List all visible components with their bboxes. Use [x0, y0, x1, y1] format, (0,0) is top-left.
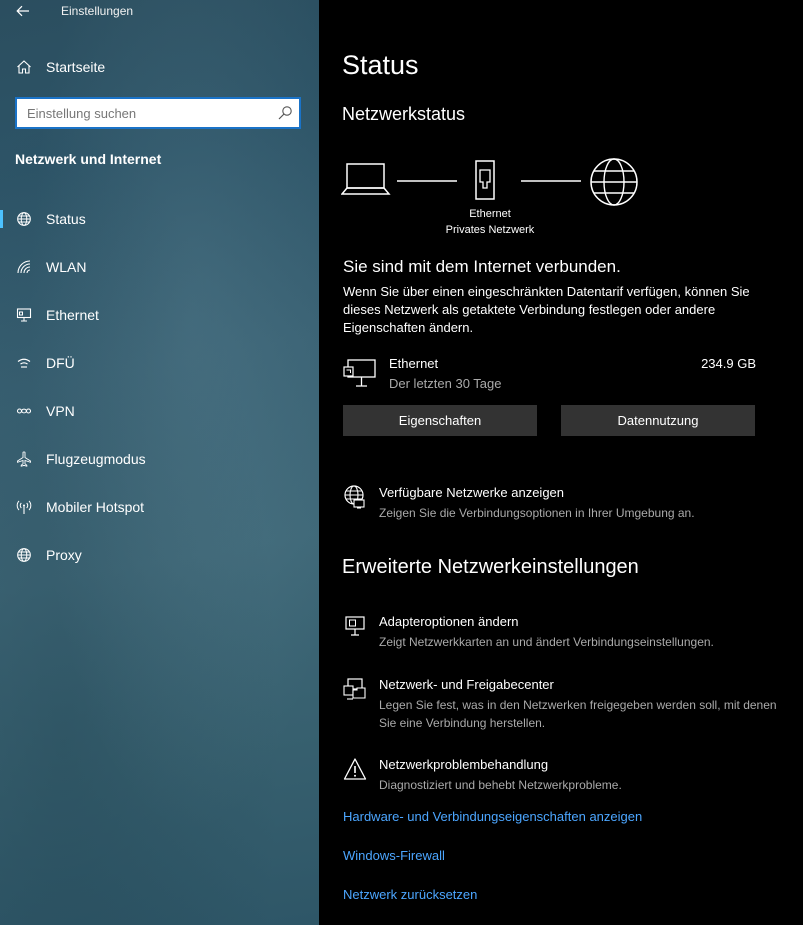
dialup-icon	[15, 354, 33, 372]
main-content: Status Netzwerkstatus Ethernet Privates …	[319, 0, 803, 925]
data-usage-row: Ethernet Der letzten 30 Tage 234.9 GB	[343, 354, 756, 394]
wifi-icon	[15, 258, 33, 276]
troubleshooter-title: Netzwerkproblembehandlung	[379, 757, 549, 772]
airplane-icon	[15, 450, 33, 468]
ethernet-port-icon	[475, 160, 495, 200]
sharing-center-title: Netzwerk- und Freigabecenter	[379, 677, 554, 692]
adapter-monitor-icon	[345, 616, 365, 636]
sidebar: Einstellungen Startseite Netzwerk und In…	[0, 0, 319, 925]
connection-status-title: Sie sind mit dem Internet verbunden.	[343, 257, 621, 276]
sidebar-item-label: WLAN	[46, 259, 87, 275]
search-box[interactable]	[15, 97, 301, 129]
laptop-icon	[341, 163, 391, 195]
sharing-center-item[interactable]: Netzwerk- und Freigabecenter Legen Sie f…	[343, 677, 783, 733]
network-status-heading: Netzwerkstatus	[342, 104, 466, 124]
ethernet-adapter-icon	[343, 359, 376, 387]
data-usage-button[interactable]: Datennutzung	[561, 405, 755, 436]
ethernet-icon	[15, 306, 33, 324]
available-networks-desc: Zeigen Sie die Verbindungsoptionen in Ih…	[379, 506, 695, 520]
vpn-icon	[15, 402, 33, 420]
search-icon[interactable]	[277, 105, 293, 121]
warning-icon	[343, 758, 367, 780]
active-indicator	[0, 210, 3, 228]
sidebar-item-label: VPN	[46, 403, 75, 419]
window-title: Einstellungen	[61, 4, 134, 18]
globe-network-icon	[344, 485, 365, 509]
sidebar-item-label: Flugzeugmodus	[46, 451, 146, 467]
hardware-properties-link[interactable]: Hardware- und Verbindungseigenschaften a…	[343, 809, 642, 824]
sidebar-item-vpn[interactable]: VPN	[0, 393, 319, 429]
sidebar-item-status[interactable]: Status	[0, 201, 319, 237]
sidebar-item-mobiler-hotspot[interactable]: Mobiler Hotspot	[0, 489, 319, 525]
globe-icon	[15, 546, 33, 564]
adapter-options-desc: Zeigt Netzwerkkarten an und ändert Verbi…	[379, 635, 714, 649]
troubleshooter-item[interactable]: Netzwerkproblembehandlung Diagnostiziert…	[343, 757, 783, 797]
available-networks-item[interactable]: Verfügbare Netzwerke anzeigen Zeigen Sie…	[343, 485, 783, 525]
sidebar-section-title: Netzwerk und Internet	[15, 151, 162, 167]
windows-firewall-link[interactable]: Windows-Firewall	[343, 848, 445, 863]
properties-button[interactable]: Eigenschaften	[343, 405, 537, 436]
internet-globe-icon	[590, 158, 638, 206]
adapter-options-title: Adapteroptionen ändern	[379, 614, 519, 629]
sidebar-item-label: Startseite	[46, 59, 106, 75]
usage-period: Der letzten 30 Tage	[389, 376, 502, 391]
sidebar-item-label: Status	[46, 211, 86, 227]
home-icon	[15, 58, 33, 76]
sidebar-item-ethernet[interactable]: Ethernet	[0, 297, 319, 333]
usage-adapter-name: Ethernet	[389, 356, 439, 371]
globe-status-icon	[15, 210, 33, 228]
sidebar-item-proxy[interactable]: Proxy	[0, 537, 319, 573]
network-reset-link[interactable]: Netzwerk zurücksetzen	[343, 887, 477, 902]
connection-status-description: Wenn Sie über einen eingeschränkten Date…	[343, 284, 750, 335]
sharing-center-icon	[343, 678, 366, 700]
page-title: Status	[342, 50, 419, 80]
sidebar-item-dfue[interactable]: DFÜ	[0, 345, 319, 381]
title-bar: Einstellungen	[0, 0, 319, 24]
hotspot-icon	[15, 498, 33, 516]
sidebar-item-home[interactable]: Startseite	[0, 49, 319, 85]
adapter-label: Ethernet	[469, 208, 511, 220]
available-networks-title: Verfügbare Netzwerke anzeigen	[379, 485, 565, 500]
sidebar-item-label: DFÜ	[46, 355, 75, 371]
sidebar-item-label: Ethernet	[46, 307, 99, 323]
network-profile-label: Privates Netzwerk	[445, 224, 535, 236]
advanced-settings-heading: Erweiterte Netzwerkeinstellungen	[342, 556, 639, 578]
usage-amount: 234.9 GB	[701, 356, 756, 371]
search-input[interactable]	[17, 99, 277, 127]
back-arrow-icon	[16, 5, 29, 17]
sidebar-item-label: Mobiler Hotspot	[46, 499, 145, 515]
sidebar-item-label: Proxy	[46, 547, 82, 563]
sidebar-item-wlan[interactable]: WLAN	[0, 249, 319, 285]
troubleshooter-desc: Diagnostiziert und behebt Netzwerkproble…	[379, 778, 622, 792]
back-button[interactable]	[12, 0, 34, 22]
sharing-center-desc: Legen Sie fest, was in den Netzwerken fr…	[379, 698, 777, 730]
adapter-options-item[interactable]: Adapteroptionen ändern Zeigt Netzwerkkar…	[343, 614, 783, 654]
network-diagram: Ethernet Privates Netzwerk	[341, 155, 651, 245]
sidebar-item-flugzeugmodus[interactable]: Flugzeugmodus	[0, 441, 319, 477]
